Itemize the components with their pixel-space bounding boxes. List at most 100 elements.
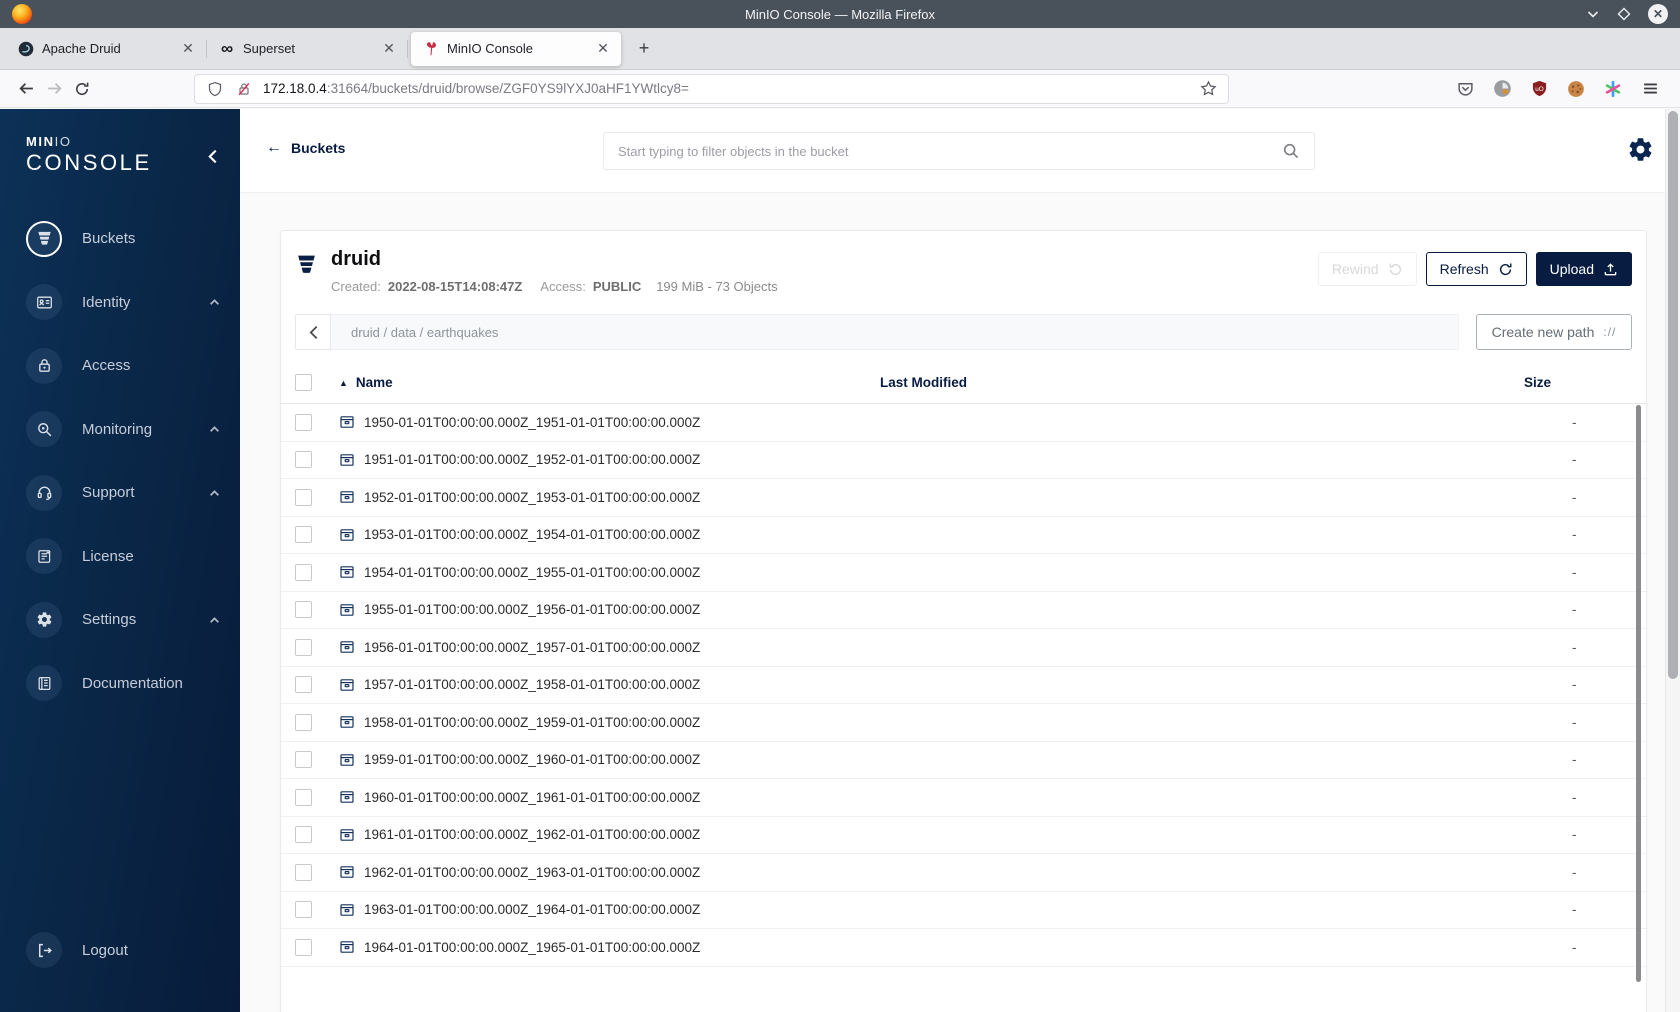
path-back-button[interactable] (295, 314, 331, 350)
row-checkbox[interactable] (295, 451, 312, 469)
sort-ascending-icon[interactable]: ▲ (339, 378, 348, 388)
table-scrollbar[interactable] (1636, 405, 1641, 982)
settings-gear-icon[interactable] (1627, 136, 1654, 163)
chevron-up-icon[interactable] (209, 298, 220, 306)
sidebar-menu: Buckets Identity Access Monitoring Suppo… (0, 207, 240, 1012)
object-row[interactable]: 1958-01-01T00:00:00.000Z_1959-01-01T00:0… (281, 704, 1646, 742)
folder-icon (339, 902, 355, 918)
row-checkbox[interactable] (295, 826, 312, 844)
row-checkbox[interactable] (295, 938, 312, 956)
url-bar[interactable]: 172.18.0.4:31664/buckets/druid/browse/ZG… (194, 73, 1229, 104)
chevron-up-icon[interactable] (209, 616, 220, 624)
sidebar-item-monitoring[interactable]: Monitoring (0, 398, 240, 462)
create-new-path-button[interactable]: Create new path :/​/ (1476, 314, 1632, 350)
main-panel: ← Buckets Start typing to filter objects… (240, 109, 1680, 1012)
new-tab-button[interactable]: + (628, 33, 660, 65)
hamburger-menu-icon[interactable] (1640, 79, 1660, 99)
object-row[interactable]: 1953-01-01T00:00:00.000Z_1954-01-01T00:0… (281, 517, 1646, 554)
reload-button[interactable] (68, 75, 96, 103)
row-checkbox[interactable] (295, 601, 312, 619)
window-minimize-icon[interactable] (1586, 7, 1600, 21)
bucket-usage: 199 MiB - 73 Objects (656, 279, 778, 294)
sidebar-item-support[interactable]: Support (0, 461, 240, 525)
object-row[interactable]: 1950-01-01T00:00:00.000Z_1951-01-01T00:0… (281, 404, 1646, 442)
bucket-actions: Rewind Refresh Upload (1317, 252, 1632, 286)
tab-close-icon[interactable]: ✕ (593, 39, 613, 59)
row-checkbox[interactable] (295, 413, 312, 431)
breadcrumb[interactable]: druid / data / earthquakes (331, 314, 1459, 350)
back-to-buckets-link[interactable]: ← Buckets (266, 139, 345, 157)
object-row[interactable]: 1951-01-01T00:00:00.000Z_1952-01-01T00:0… (281, 442, 1646, 479)
sidebar-item-identity[interactable]: Identity (0, 271, 240, 335)
bookmark-star-icon[interactable] (1198, 79, 1218, 99)
row-checkbox[interactable] (295, 638, 312, 656)
insecure-lock-icon[interactable] (234, 79, 254, 99)
chevron-up-icon[interactable] (209, 425, 220, 433)
sidebar-item-license[interactable]: License (0, 525, 240, 589)
pocket-icon[interactable] (1455, 79, 1475, 99)
tab-close-icon[interactable]: ✕ (178, 39, 198, 59)
page-scrollbar-thumb[interactable] (1668, 111, 1678, 679)
license-icon (26, 538, 62, 575)
page-header: ← Buckets (240, 109, 1680, 193)
row-checkbox[interactable] (295, 788, 312, 806)
object-row[interactable]: 1956-01-01T00:00:00.000Z_1957-01-01T00:0… (281, 629, 1646, 667)
search-input[interactable] (618, 143, 1282, 159)
column-header-name[interactable]: Name (356, 375, 393, 390)
rewind-button[interactable]: Rewind (1317, 252, 1417, 286)
object-row[interactable]: 1964-01-01T00:00:00.000Z_1965-01-01T00:0… (281, 929, 1646, 967)
sidebar-item-label: Monitoring (82, 420, 153, 438)
tab-apache-druid[interactable]: Apache Druid ✕ (6, 32, 206, 66)
rewind-icon (1389, 263, 1401, 275)
row-checkbox[interactable] (295, 563, 312, 581)
row-checkbox[interactable] (295, 526, 312, 544)
colorful-asterisk-extension-icon[interactable] (1603, 79, 1623, 99)
sidebar-item-access[interactable]: Access (0, 334, 240, 398)
object-row[interactable]: 1955-01-01T00:00:00.000Z_1956-01-01T00:0… (281, 592, 1646, 629)
window-maximize-icon[interactable] (1617, 7, 1631, 21)
column-header-size[interactable]: Size (1524, 375, 1551, 390)
row-checkbox[interactable] (295, 901, 312, 919)
object-row[interactable]: 1952-01-01T00:00:00.000Z_1953-01-01T00:0… (281, 479, 1646, 517)
row-checkbox[interactable] (295, 488, 312, 506)
tab-close-icon[interactable]: ✕ (379, 39, 399, 59)
object-row[interactable]: 1960-01-01T00:00:00.000Z_1961-01-01T00:0… (281, 779, 1646, 817)
chevron-up-icon[interactable] (209, 489, 220, 497)
folder-icon (339, 677, 355, 693)
upload-button[interactable]: Upload (1535, 252, 1632, 286)
back-button[interactable] (12, 75, 40, 103)
refresh-button[interactable]: Refresh (1425, 252, 1527, 286)
window-close-icon[interactable]: ✕ (1648, 4, 1668, 24)
row-checkbox[interactable] (295, 713, 312, 731)
url-text[interactable]: 172.18.0.4:31664/buckets/druid/browse/ZG… (263, 81, 689, 96)
object-size: - (1572, 527, 1577, 543)
tab-minio-console[interactable]: MinIO Console ✕ (411, 31, 621, 66)
sidebar-collapse-icon[interactable] (207, 149, 218, 164)
object-row[interactable]: 1957-01-01T00:00:00.000Z_1958-01-01T00:0… (281, 667, 1646, 704)
sidebar-item-buckets[interactable]: Buckets (0, 207, 240, 271)
object-size: - (1572, 752, 1577, 768)
row-checkbox[interactable] (295, 863, 312, 881)
column-header-last-modified[interactable]: Last Modified (880, 375, 967, 390)
sidebar-item-settings[interactable]: Settings (0, 588, 240, 652)
ublock-shield-icon[interactable]: uO (1529, 79, 1549, 99)
object-row[interactable]: 1959-01-01T00:00:00.000Z_1960-01-01T00:0… (281, 742, 1646, 779)
object-row[interactable]: 1962-01-01T00:00:00.000Z_1963-01-01T00:0… (281, 854, 1646, 892)
path-navigation-bar: druid / data / earthquakes Create new pa… (281, 307, 1646, 362)
sidebar-item-documentation[interactable]: Documentation (0, 652, 240, 716)
row-checkbox[interactable] (295, 751, 312, 769)
tab-title: MinIO Console (447, 41, 533, 56)
tab-superset[interactable]: ∞ Superset ✕ (207, 32, 407, 66)
row-checkbox[interactable] (295, 676, 312, 694)
object-row[interactable]: 1963-01-01T00:00:00.000Z_1964-01-01T00:0… (281, 892, 1646, 929)
profile-badge-icon[interactable] (1492, 79, 1512, 99)
shield-icon[interactable] (205, 79, 225, 99)
access-label: Access: (540, 279, 586, 294)
select-all-checkbox[interactable] (295, 374, 312, 391)
object-row[interactable]: 1954-01-01T00:00:00.000Z_1955-01-01T00:0… (281, 554, 1646, 592)
object-name: 1952-01-01T00:00:00.000Z_1953-01-01T00:0… (364, 489, 701, 505)
sidebar-item-logout[interactable]: Logout (0, 919, 240, 983)
forward-button[interactable] (40, 75, 68, 103)
cookie-icon[interactable] (1566, 79, 1586, 99)
object-row[interactable]: 1961-01-01T00:00:00.000Z_1962-01-01T00:0… (281, 817, 1646, 854)
